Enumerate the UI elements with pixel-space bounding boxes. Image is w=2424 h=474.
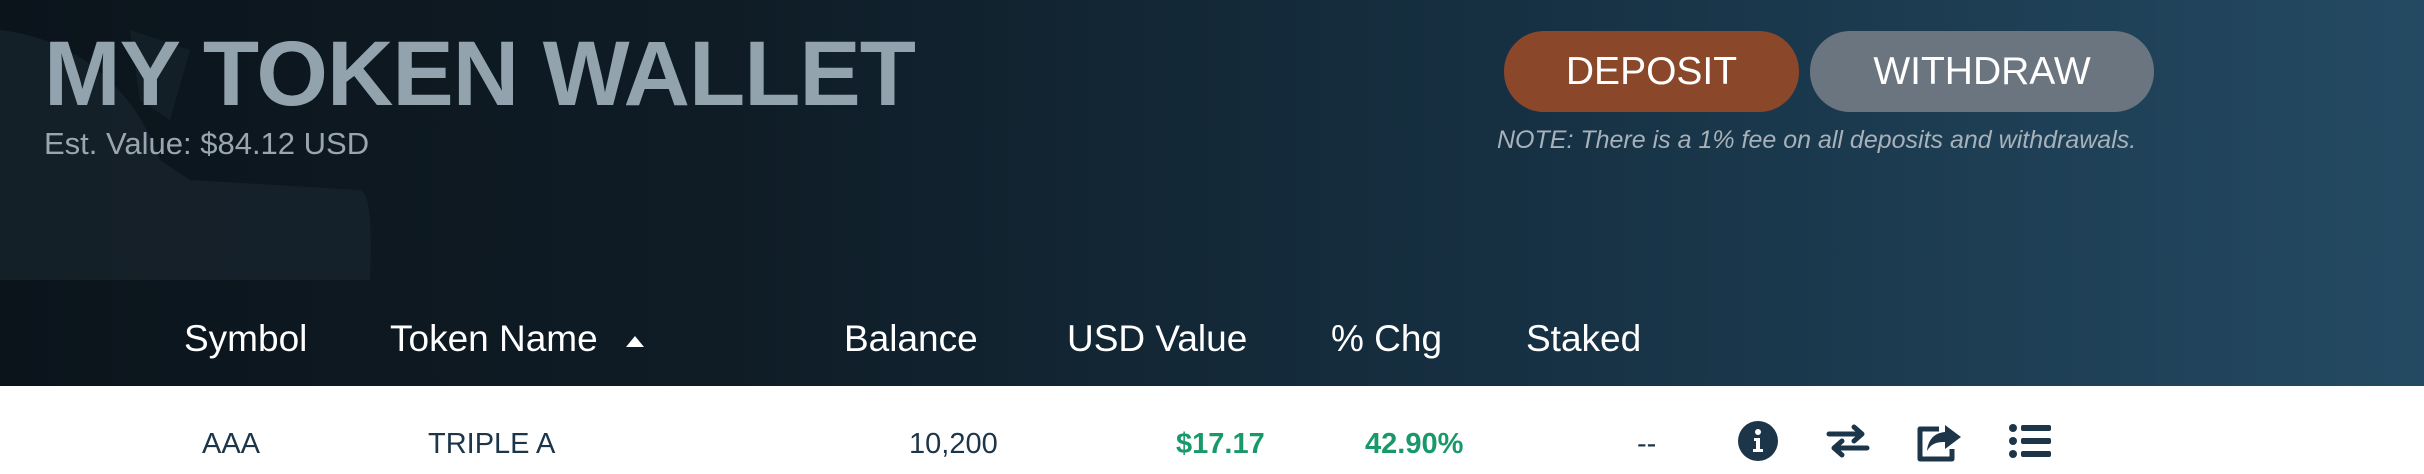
- column-header-usd-value[interactable]: USD Value: [1067, 318, 1247, 360]
- fee-note: NOTE: There is a 1% fee on all deposits …: [1497, 126, 2137, 154]
- cell-symbol: AAA: [202, 428, 261, 460]
- column-header-token-name-label: Token Name: [390, 318, 598, 359]
- sort-ascending-icon: [625, 335, 644, 347]
- cell-pct-change: 42.90%: [1365, 428, 1464, 460]
- list-icon[interactable]: [2008, 421, 2052, 461]
- column-header-symbol[interactable]: Symbol: [184, 318, 307, 360]
- wallet-header: MY TOKEN WALLET Est. Value: $84.12 USD D…: [0, 0, 2424, 386]
- deposit-button[interactable]: DEPOSIT: [1504, 31, 1799, 112]
- withdraw-button[interactable]: WITHDRAW: [1810, 31, 2154, 112]
- transfer-icon[interactable]: [1826, 421, 1870, 461]
- cell-usd-value: $17.17: [1176, 428, 1265, 460]
- column-header-staked[interactable]: Staked: [1526, 318, 1641, 360]
- column-header-pct-change[interactable]: % Chg: [1331, 318, 1442, 360]
- table-row[interactable]: AAA TRIPLE A 10,200 $17.17 42.90% --: [0, 386, 2424, 474]
- column-header-balance[interactable]: Balance: [844, 318, 978, 360]
- cell-token-name: TRIPLE A: [428, 428, 556, 460]
- column-header-token-name[interactable]: Token Name: [390, 318, 644, 360]
- cell-staked: --: [1637, 428, 1657, 460]
- estimated-value: Est. Value: $84.12 USD: [44, 126, 370, 161]
- page-title: MY TOKEN WALLET: [44, 23, 916, 125]
- info-icon[interactable]: [1738, 421, 1778, 461]
- share-icon[interactable]: [1915, 421, 1963, 463]
- cell-balance: 10,200: [909, 428, 998, 460]
